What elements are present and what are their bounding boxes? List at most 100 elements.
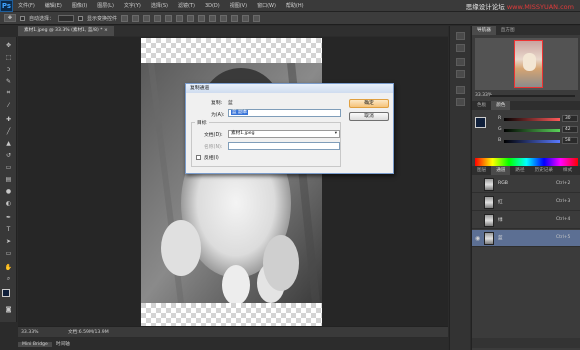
menu-help[interactable]: 帮助(H) (281, 2, 309, 9)
slider-red[interactable]: R 30 (498, 115, 578, 123)
tab-color[interactable]: 颜色 (491, 101, 511, 110)
crop-tool-icon[interactable]: ⌗ (4, 89, 13, 97)
paragraph-panel-icon[interactable] (456, 70, 465, 78)
clone-stamp-tool-icon[interactable]: ▲ (4, 139, 13, 147)
invert-checkbox[interactable] (196, 155, 201, 160)
distribute-top-icon[interactable] (187, 14, 195, 22)
character-panel-icon[interactable] (456, 58, 465, 66)
as-name-input[interactable]: 蓝 副本 (228, 109, 341, 117)
menu-edit[interactable]: 编辑(E) (40, 2, 67, 9)
slider-blue-track[interactable] (504, 140, 560, 143)
channel-row-rgb[interactable]: RGB Ctrl+2 (472, 176, 580, 193)
marquee-tool-icon[interactable]: ⬚ (4, 53, 13, 61)
distribute-middle-icon[interactable] (198, 14, 206, 22)
properties-panel-icon[interactable] (456, 44, 465, 52)
eraser-tool-icon[interactable]: ▭ (4, 163, 13, 171)
path-select-tool-icon[interactable]: ➤ (4, 237, 13, 245)
status-zoom[interactable]: 33.33% (18, 330, 48, 335)
menu-select[interactable]: 选择(S) (146, 2, 173, 9)
zoom-tool-icon[interactable]: ⌕ (4, 275, 13, 283)
dodge-tool-icon[interactable]: ◐ (4, 199, 13, 207)
distribute-left-icon[interactable] (220, 14, 228, 22)
dialog-title[interactable]: 复制通道 (186, 84, 393, 93)
distribute-right-icon[interactable] (242, 14, 250, 22)
lasso-tool-icon[interactable]: ↄ (4, 65, 13, 73)
move-tool-preset-icon[interactable]: ✥ (4, 14, 16, 22)
name-input[interactable] (228, 142, 340, 150)
distribute-bottom-icon[interactable] (209, 14, 217, 22)
auto-select-checkbox[interactable] (20, 15, 25, 21)
navigator-zoom-slider[interactable] (490, 95, 575, 97)
foreground-color-swatch[interactable] (2, 289, 10, 297)
gradient-tool-icon[interactable]: ▤ (4, 175, 13, 183)
move-tool-icon[interactable]: ✥ (4, 41, 13, 49)
quick-mask-icon[interactable]: ◙ (4, 305, 13, 313)
slider-green[interactable]: G 42 (498, 126, 578, 134)
align-left-icon[interactable] (154, 14, 162, 22)
brush-tool-icon[interactable]: ╱ (4, 127, 13, 135)
cancel-button[interactable]: 取消 (349, 112, 389, 121)
clone-source-panel-icon[interactable] (456, 98, 465, 106)
menu-type[interactable]: 文字(Y) (119, 2, 146, 9)
eyedropper-tool-icon[interactable]: ⁄ (4, 101, 13, 109)
tab-swatches[interactable]: 色板 (472, 101, 491, 110)
channel-row-blue[interactable]: ◉ 蓝 Ctrl+5 (472, 230, 580, 247)
tab-histogram[interactable]: 直方图 (496, 26, 520, 35)
distribute-center-icon[interactable] (231, 14, 239, 22)
document-tab[interactable]: 素材1.jpeg @ 33.3% (素材1, 蓝/8) * × (18, 26, 114, 36)
menu-3d[interactable]: 3D(D) (200, 3, 225, 9)
navigator-preview[interactable] (475, 38, 578, 90)
shape-tool-icon[interactable]: ▭ (4, 249, 13, 257)
document-canvas[interactable] (141, 38, 322, 329)
align-top-icon[interactable] (121, 14, 129, 22)
healing-brush-tool-icon[interactable]: ✚ (4, 115, 13, 123)
menu-layer[interactable]: 图层(L) (92, 2, 119, 9)
slider-red-track[interactable] (504, 118, 560, 121)
menu-file[interactable]: 文件(F) (13, 2, 40, 9)
slider-blue[interactable]: B 58 (498, 137, 578, 145)
channel-row-red[interactable]: 红 Ctrl+3 (472, 194, 580, 211)
menu-image[interactable]: 图像(I) (67, 2, 92, 9)
blur-tool-icon[interactable]: ● (4, 187, 13, 195)
tab-mini-bridge[interactable]: Mini Bridge (18, 341, 52, 347)
auto-align-icon[interactable] (253, 14, 261, 22)
quick-select-tool-icon[interactable]: ✎ (4, 77, 13, 85)
align-middle-icon[interactable] (132, 14, 140, 22)
menu-window[interactable]: 窗口(W) (252, 2, 281, 9)
history-panel-icon[interactable] (456, 32, 465, 40)
pen-tool-icon[interactable]: ✒ (4, 213, 13, 221)
status-doc-size[interactable]: 文档:6.59M/13.9M (48, 329, 109, 335)
slider-red-value[interactable]: 30 (562, 115, 578, 122)
as-name-value: 蓝 副本 (231, 110, 249, 115)
tab-channels[interactable]: 通道 (491, 166, 511, 175)
menu-view[interactable]: 视图(V) (225, 2, 252, 9)
slider-green-track[interactable] (504, 129, 560, 132)
site-watermark: 思缘设计论坛 www.MISSYUAN.com (466, 1, 574, 11)
auto-select-dropdown[interactable] (58, 14, 75, 22)
color-foreground-swatch[interactable] (475, 117, 486, 128)
align-bottom-icon[interactable] (143, 14, 151, 22)
align-center-icon[interactable] (165, 14, 173, 22)
slider-blue-value[interactable]: 58 (562, 137, 578, 144)
align-right-icon[interactable] (176, 14, 184, 22)
brush-panel-icon[interactable] (456, 86, 465, 94)
ok-button[interactable]: 确定 (349, 99, 389, 108)
menu-filter[interactable]: 滤镜(T) (173, 2, 200, 9)
hand-tool-icon[interactable]: ✋ (4, 263, 13, 271)
show-transform-checkbox[interactable] (78, 15, 84, 21)
visibility-eye-icon[interactable]: ◉ (475, 235, 480, 242)
navigator-thumbnail[interactable] (514, 40, 543, 88)
channels-list: RGB Ctrl+2 红 Ctrl+3 绿 Ctrl+4 ◉ 蓝 Ctrl+5 (472, 176, 580, 276)
channel-row-green[interactable]: 绿 Ctrl+4 (472, 212, 580, 229)
tab-history[interactable]: 历史记录 (530, 166, 558, 175)
type-tool-icon[interactable]: T (4, 225, 13, 233)
as-label: 为(A): (211, 113, 225, 118)
history-brush-tool-icon[interactable]: ↺ (4, 151, 13, 159)
document-select[interactable]: 素材1.jpeg ▾ (228, 130, 340, 138)
tab-layers[interactable]: 图层 (472, 166, 491, 175)
tab-timeline[interactable]: 时间轴 (52, 341, 74, 347)
tab-paths[interactable]: 路径 (510, 166, 529, 175)
slider-green-value[interactable]: 42 (562, 126, 578, 133)
tab-navigator[interactable]: 导航器 (472, 26, 496, 35)
tab-styles[interactable]: 样式 (558, 166, 577, 175)
